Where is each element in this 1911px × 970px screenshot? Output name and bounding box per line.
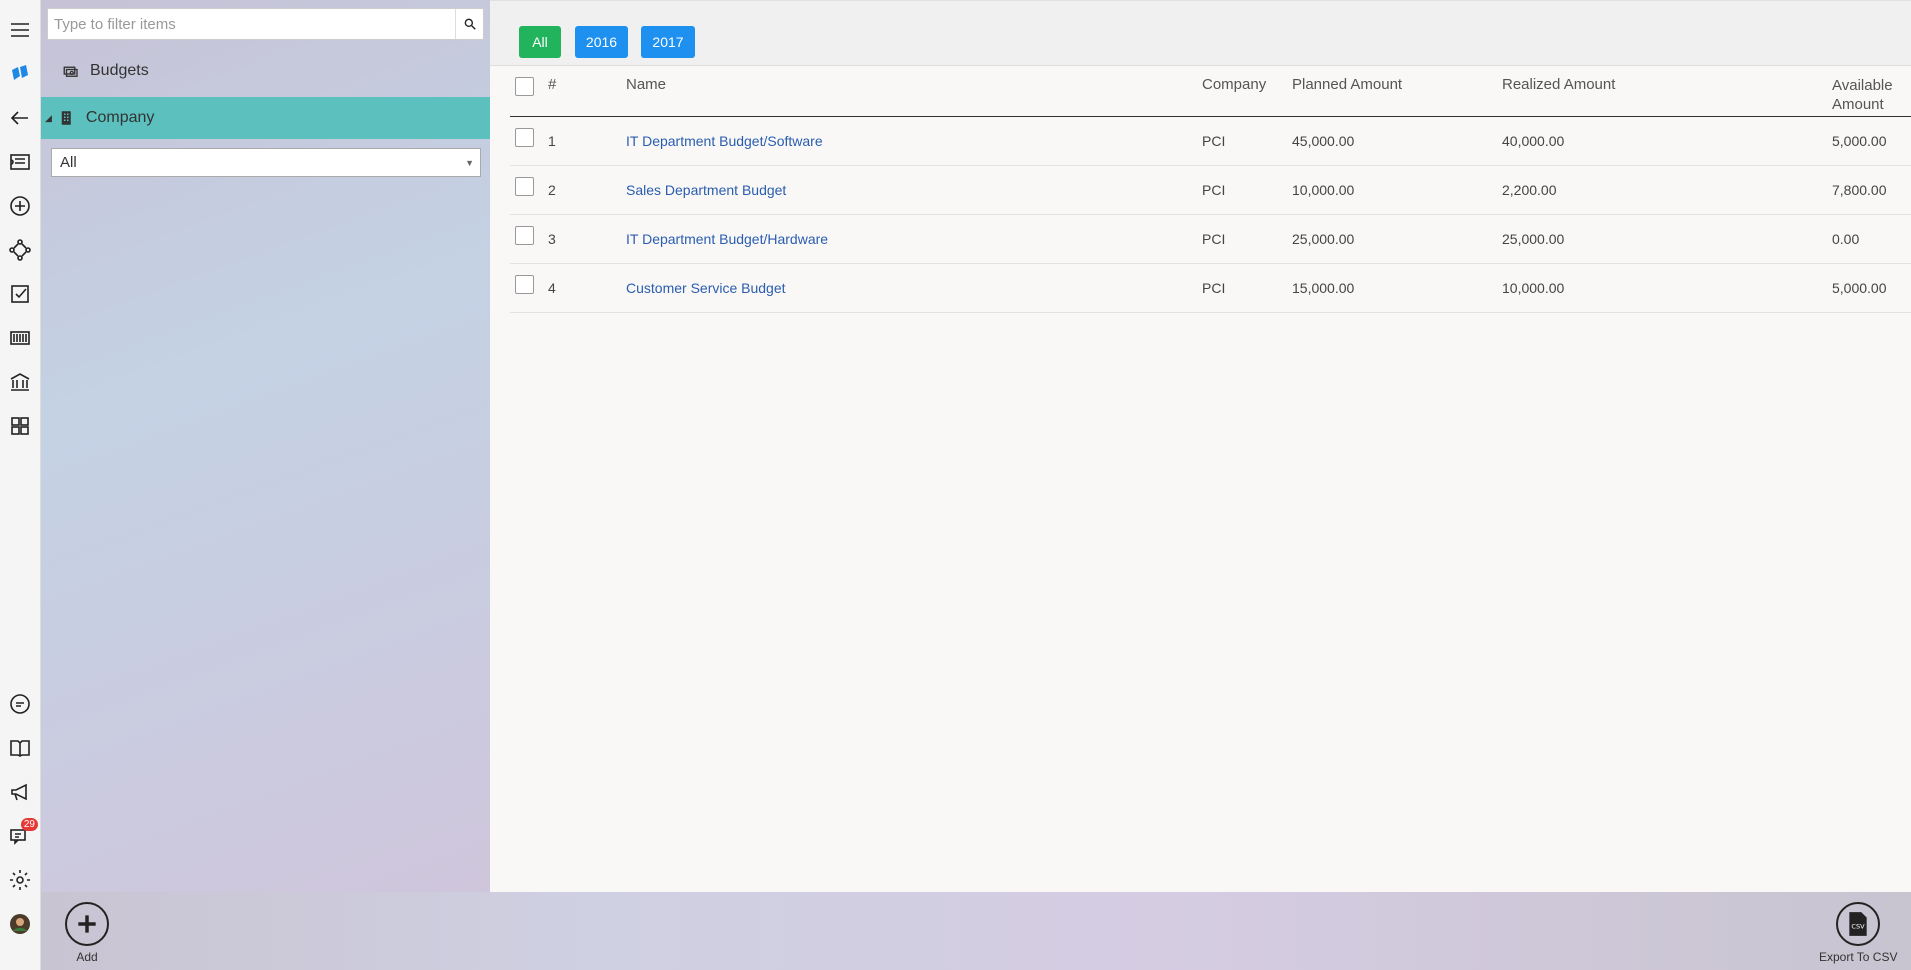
select-all-checkbox[interactable]	[515, 77, 534, 96]
plus-icon	[65, 902, 109, 946]
table-row[interactable]: 3 IT Department Budget/Hardware PCI 25,0…	[510, 215, 1911, 264]
search-icon[interactable]	[455, 9, 483, 39]
row-realized: 25,000.00	[1502, 231, 1565, 247]
row-checkbox[interactable]	[515, 128, 534, 147]
company-select[interactable]: All ▼	[51, 148, 481, 177]
export-csv-button[interactable]: CSV Export To CSV	[1819, 902, 1897, 964]
main-content: All 2016 2017 # Name Company Planned Amo…	[490, 0, 1911, 892]
csv-file-icon: CSV	[1836, 902, 1881, 946]
row-company: PCI	[1202, 280, 1226, 296]
bottom-action-bar: Add CSV Export To CSV	[41, 892, 1911, 970]
gear-icon[interactable]	[6, 866, 34, 894]
add-button-label: Add	[76, 950, 98, 964]
row-company: PCI	[1202, 231, 1226, 247]
row-name-link[interactable]: IT Department Budget/Software	[626, 133, 823, 149]
icon-rail: 29	[0, 0, 41, 970]
row-checkbox[interactable]	[515, 275, 534, 294]
row-checkbox[interactable]	[515, 177, 534, 196]
row-number: 4	[548, 280, 556, 296]
row-name-link[interactable]: Customer Service Budget	[626, 280, 786, 296]
row-available: 7,800.00	[1832, 182, 1887, 198]
apps-grid-icon[interactable]	[6, 412, 34, 440]
sidebar-item-label: Company	[85, 109, 155, 126]
column-header-realized[interactable]: Realized Amount	[1502, 76, 1615, 93]
filter-box	[47, 8, 484, 40]
column-header-name[interactable]: Name	[626, 76, 666, 93]
barcode-icon[interactable]	[6, 324, 34, 352]
row-planned: 45,000.00	[1292, 133, 1355, 149]
column-header-number[interactable]: #	[548, 76, 556, 93]
row-company: PCI	[1202, 133, 1226, 149]
workflow-icon[interactable]	[6, 236, 34, 264]
filter-2017-button[interactable]: 2017	[641, 26, 695, 58]
table-header: # Name Company Planned Amount Realized A…	[510, 66, 1911, 117]
ticket-icon[interactable]	[6, 148, 34, 176]
sidebar-item-company[interactable]: ◢ Company	[41, 97, 490, 139]
row-name-link[interactable]: Sales Department Budget	[626, 182, 786, 198]
row-realized: 2,200.00	[1502, 182, 1557, 198]
column-header-planned[interactable]: Planned Amount	[1292, 76, 1402, 93]
app-logo-icon[interactable]	[6, 60, 34, 88]
csv-icon-text: CSV	[1852, 922, 1866, 930]
table-row[interactable]: 1 IT Department Budget/Software PCI 45,0…	[510, 117, 1911, 166]
add-circle-icon[interactable]	[6, 192, 34, 220]
chevron-down-icon: ▼	[465, 158, 474, 168]
row-planned: 10,000.00	[1292, 182, 1355, 198]
building-icon	[61, 111, 71, 125]
row-available: 0.00	[1832, 231, 1860, 247]
row-number: 1	[548, 133, 556, 149]
sidebar-item-label: Budgets	[90, 62, 149, 79]
filter-toolbar: All 2016 2017	[490, 0, 1911, 66]
megaphone-icon[interactable]	[6, 778, 34, 806]
back-arrow-icon[interactable]	[6, 104, 34, 132]
row-available: 5,000.00	[1832, 133, 1887, 149]
filter-2016-button[interactable]: 2016	[575, 26, 628, 58]
chat-icon[interactable]	[6, 690, 34, 718]
filter-input[interactable]	[48, 15, 455, 33]
company-select-value: All	[60, 154, 77, 171]
bank-icon[interactable]	[6, 368, 34, 396]
row-checkbox[interactable]	[515, 226, 534, 245]
row-planned: 25,000.00	[1292, 231, 1355, 247]
money-icon	[63, 66, 78, 77]
export-csv-label: Export To CSV	[1819, 950, 1898, 964]
avatar[interactable]	[6, 910, 34, 938]
checklist-icon[interactable]	[6, 280, 34, 308]
column-header-company[interactable]: Company	[1202, 76, 1266, 93]
filter-all-button[interactable]: All	[519, 26, 561, 58]
sidebar-item-budgets[interactable]: Budgets	[41, 50, 490, 92]
row-number: 3	[548, 231, 556, 247]
messages-badge: 29	[20, 818, 38, 831]
hamburger-menu-icon[interactable]	[6, 16, 34, 44]
row-planned: 15,000.00	[1292, 280, 1355, 296]
row-company: PCI	[1202, 182, 1226, 198]
column-header-available[interactable]: Available Amount	[1832, 76, 1907, 114]
row-number: 2	[548, 182, 556, 198]
table-row[interactable]: 4 Customer Service Budget PCI 15,000.00 …	[510, 264, 1911, 313]
expand-caret-icon[interactable]: ◢	[45, 113, 52, 124]
row-available: 5,000.00	[1832, 280, 1887, 296]
add-button[interactable]: Add	[65, 902, 109, 964]
sidebar: Budgets ◢ Company All ▼	[41, 0, 490, 892]
row-name-link[interactable]: IT Department Budget/Hardware	[626, 231, 828, 247]
row-realized: 10,000.00	[1502, 280, 1565, 296]
messages-icon[interactable]: 29	[6, 818, 38, 850]
table-row[interactable]: 2 Sales Department Budget PCI 10,000.00 …	[510, 166, 1911, 215]
row-realized: 40,000.00	[1502, 133, 1565, 149]
book-icon[interactable]	[6, 734, 34, 762]
